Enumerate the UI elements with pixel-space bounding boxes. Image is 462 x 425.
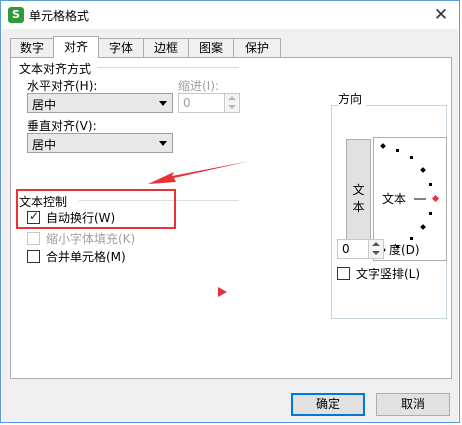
format-cells-dialog: S 单元格格式 ✕ 数字 对齐 字体 边框 图案 保护 文本对齐方式 水平对齐(… — [0, 0, 460, 423]
annotation-arrow-shape — [148, 161, 250, 184]
dialog-body: 数字 对齐 字体 边框 图案 保护 文本对齐方式 水平对齐(H): 居中 缩进(… — [2, 29, 458, 422]
cancel-button[interactable]: 取消 — [376, 393, 450, 416]
red-triangle-marker-icon — [218, 287, 227, 297]
tab-alignment[interactable]: 对齐 — [53, 36, 99, 58]
title-bar[interactable]: S 单元格格式 ✕ — [1, 1, 459, 29]
annotation-arrow-icon — [148, 161, 250, 184]
ok-button[interactable]: 确定 — [291, 393, 365, 416]
close-icon[interactable]: ✕ — [431, 5, 451, 25]
dialog-title: 单元格格式 — [29, 9, 90, 23]
wps-spreadsheet-icon: S — [8, 7, 24, 23]
